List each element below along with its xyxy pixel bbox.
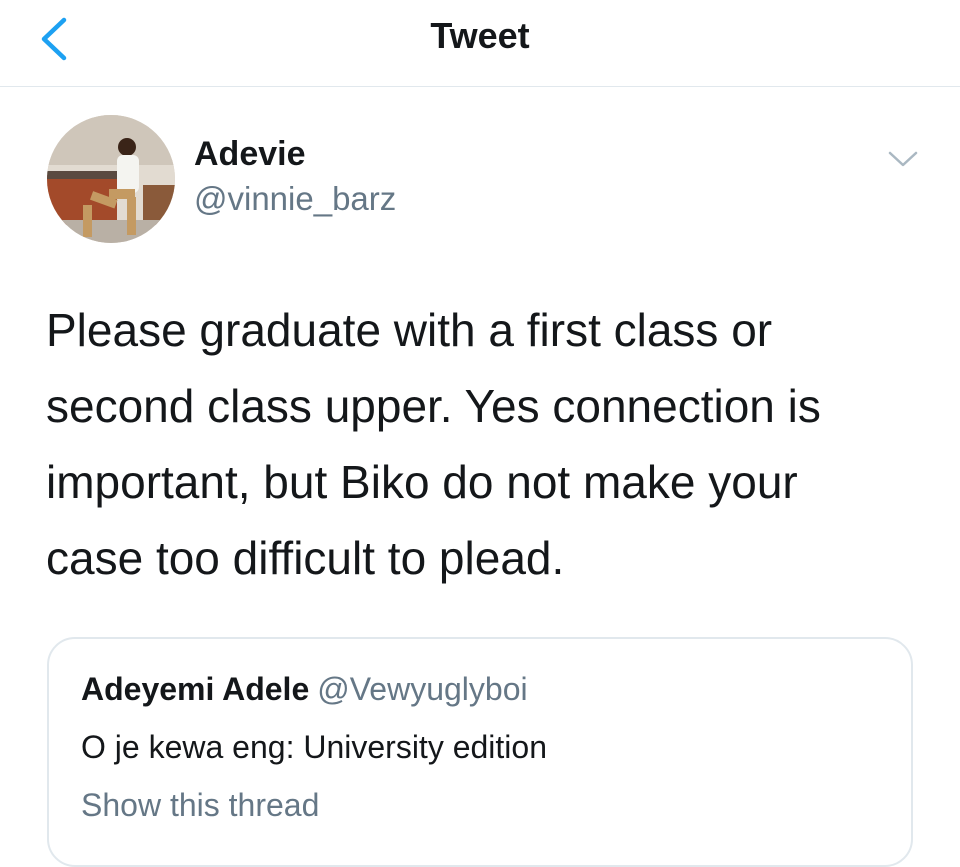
tweet-header: Adevie @vinnie_barz	[0, 86, 960, 266]
tweet-text: Please graduate with a first class or se…	[46, 304, 821, 584]
show-thread-link[interactable]: Show this thread	[81, 785, 319, 825]
quoted-author-name: Adeyemi Adele	[81, 671, 310, 707]
page-title: Tweet	[430, 15, 530, 56]
avatar-photo	[47, 115, 175, 243]
author-handle[interactable]: @vinnie_barz	[194, 179, 396, 219]
quoted-tweet-card[interactable]: Adeyemi Adele @Vewyuglyboi O je kewa eng:…	[47, 637, 913, 867]
chevron-down-icon	[888, 151, 918, 167]
avatar[interactable]	[47, 115, 175, 243]
more-options-button[interactable]	[880, 144, 926, 174]
navigation-bar: Tweet	[0, 0, 960, 87]
author-display-name[interactable]: Adevie	[194, 134, 306, 174]
quoted-author-handle: @Vewyuglyboi	[317, 671, 528, 707]
quoted-tweet-header: Adeyemi Adele @Vewyuglyboi	[81, 669, 528, 709]
quoted-tweet-text: O je kewa eng: University edition	[81, 729, 547, 765]
